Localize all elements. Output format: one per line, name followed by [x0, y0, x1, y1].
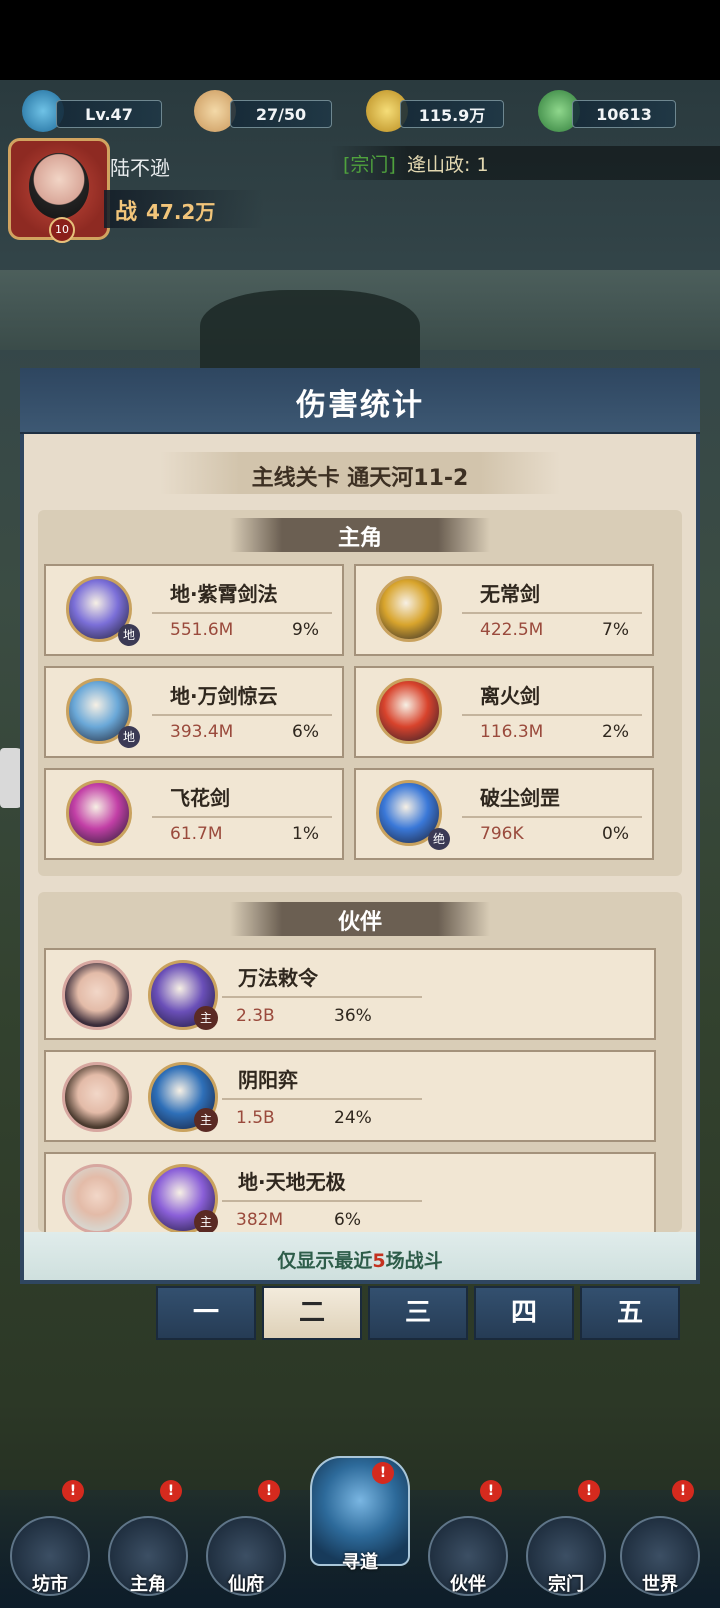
partner-main-badge: 主 [194, 1108, 218, 1132]
partner-skill-name: 地·天地无极 [238, 1170, 346, 1194]
partner-card[interactable]: 主地·天地无极 382M 6% [44, 1152, 656, 1232]
alert-badge-icon: ! [672, 1480, 694, 1502]
partner-avatar [62, 1062, 132, 1132]
footer-note: 仅显示最近5场战斗 [0, 1246, 720, 1273]
nav-label: 仙府 [228, 1574, 264, 1595]
partner-main-badge: 主 [194, 1210, 218, 1232]
partner-percent: 36% [334, 1006, 372, 1026]
battle-tab[interactable]: 二 [262, 1286, 362, 1340]
alert-badge-icon: ! [480, 1480, 502, 1502]
divider [222, 996, 422, 998]
partner-skill-name: 万法敕令 [238, 966, 318, 990]
alert-badge-icon: ! [62, 1480, 84, 1502]
alert-badge-icon: ! [258, 1480, 280, 1502]
partner-damage: 2.3B [236, 1006, 275, 1026]
nav-label: 坊市 [32, 1574, 68, 1595]
partner-avatar [62, 960, 132, 1030]
nav-label: 寻道 [342, 1552, 378, 1573]
alert-badge-icon: ! [578, 1480, 600, 1502]
nav-label: 宗门 [548, 1574, 584, 1595]
footer-prefix: 仅显示最近 [277, 1250, 373, 1272]
partner-card[interactable]: 主阴阳弈 1.5B 24% [44, 1050, 656, 1142]
partner-percent: 6% [334, 1210, 361, 1230]
footer-suffix: 场战斗 [385, 1250, 443, 1272]
partner-avatar [62, 1164, 132, 1232]
partner-percent: 24% [334, 1108, 372, 1128]
alert-badge-icon: ! [160, 1480, 182, 1502]
partner-damage: 382M [236, 1210, 284, 1230]
nav-label: 伙伴 [450, 1574, 486, 1595]
alert-badge-icon: ! [372, 1462, 394, 1484]
divider [222, 1200, 422, 1202]
footer-count: 5 [372, 1250, 386, 1272]
nav-label: 主角 [130, 1574, 166, 1595]
partner-card[interactable]: 主万法敕令 2.3B 36% [44, 948, 656, 1040]
battle-tab[interactable]: 四 [474, 1286, 574, 1340]
partner-main-badge: 主 [194, 1006, 218, 1030]
partner-skill-name: 阴阳弈 [238, 1068, 298, 1092]
battle-tab[interactable]: 三 [368, 1286, 468, 1340]
divider [222, 1098, 422, 1100]
battle-tab[interactable]: 一 [156, 1286, 256, 1340]
partner-damage: 1.5B [236, 1108, 275, 1128]
nav-label: 世界 [642, 1574, 678, 1595]
battle-tab[interactable]: 五 [580, 1286, 680, 1340]
